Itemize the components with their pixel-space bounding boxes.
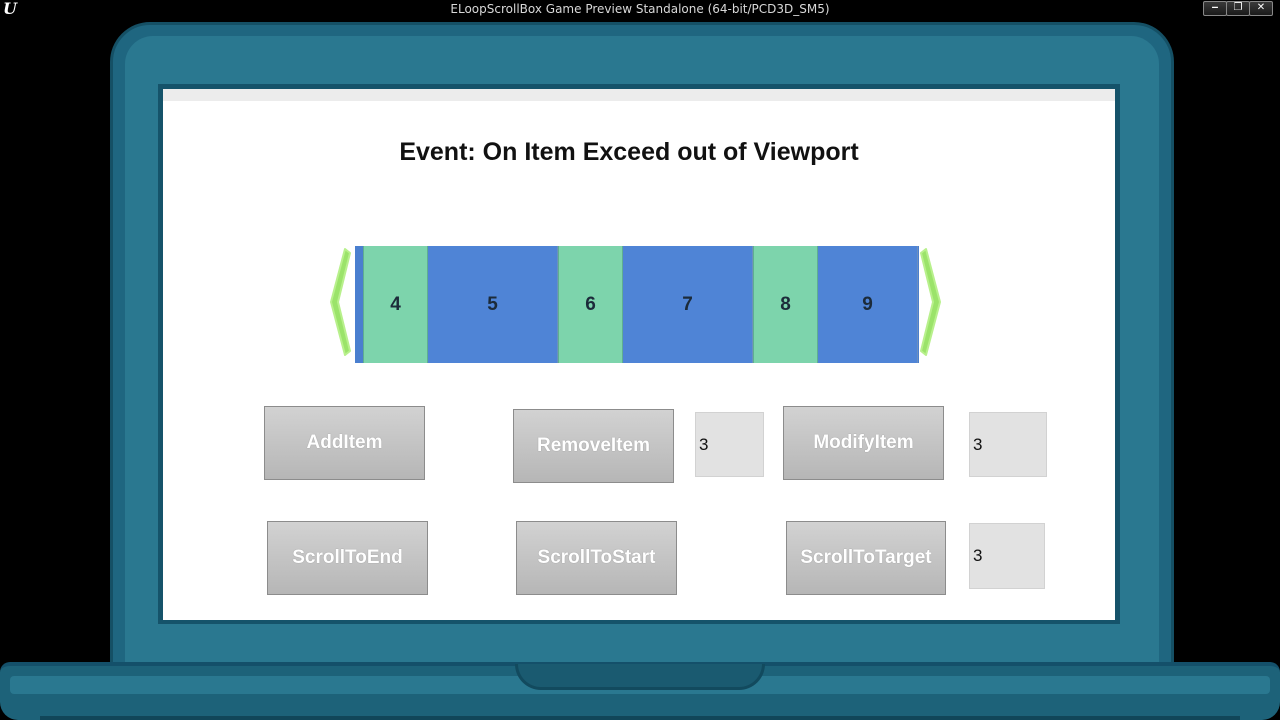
laptop-base-edge [40, 716, 1240, 720]
loop-scroll-box[interactable]: 456789 [355, 246, 919, 363]
event-title: Event: On Item Exceed out of Viewport [399, 138, 859, 166]
modify-index-input[interactable]: 3 [969, 412, 1047, 477]
close-button[interactable]: ✕ [1249, 1, 1273, 16]
scroll-item[interactable]: 7 [623, 246, 753, 363]
minimize-button[interactable]: ‒ [1203, 1, 1227, 16]
scroll-item[interactable]: 4 [363, 246, 428, 363]
chevron-right-icon[interactable] [918, 247, 948, 357]
scroll-item[interactable]: 5 [428, 246, 558, 363]
scroll-item[interactable]: 6 [558, 246, 623, 363]
screen-top-strip [163, 89, 1115, 101]
scroll-to-end-button[interactable]: ScrollToEnd [267, 521, 428, 595]
restore-button[interactable]: ❐ [1226, 1, 1250, 16]
scroll-to-start-button[interactable]: ScrollToStart [516, 521, 677, 595]
laptop-base-notch [515, 664, 765, 690]
remove-index-input[interactable]: 3 [695, 412, 764, 477]
add-item-button[interactable]: AddItem [264, 406, 425, 480]
chevron-left-icon[interactable] [323, 247, 353, 357]
target-index-input[interactable]: 3 [969, 523, 1045, 589]
scroll-item[interactable]: 8 [753, 246, 818, 363]
window-titlebar[interactable]: U ELoopScrollBox Game Preview Standalone… [0, 0, 1280, 18]
window-title: ELoopScrollBox Game Preview Standalone (… [450, 2, 830, 16]
remove-item-button[interactable]: RemoveItem [513, 409, 674, 483]
scroll-item[interactable]: 9 [818, 246, 918, 363]
scroll-to-target-button[interactable]: ScrollToTarget [786, 521, 946, 595]
game-screen: Event: On Item Exceed out of Viewport 45… [163, 89, 1115, 620]
modify-item-button[interactable]: ModifyItem [783, 406, 944, 480]
